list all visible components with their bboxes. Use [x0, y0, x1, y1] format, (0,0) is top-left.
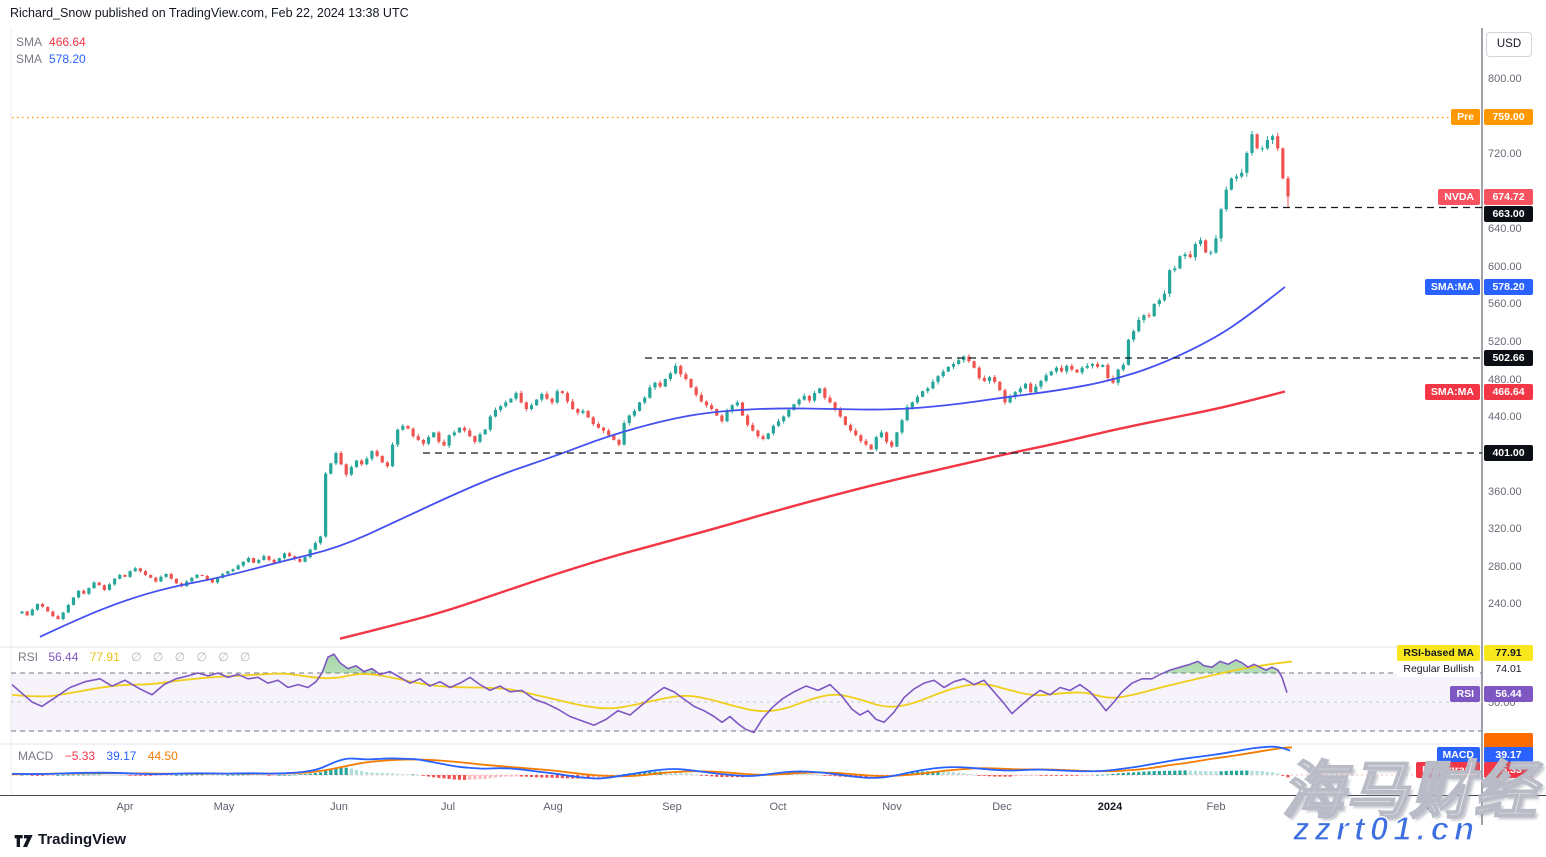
rsi-empty-params: ∅ ∅ ∅ ∅ ∅ ∅ — [131, 650, 254, 664]
tradingview-published-chart: Richard_Snow published on TradingView.co… — [0, 0, 1546, 857]
sma-slow-legend-row: SMA 466.64 — [16, 34, 86, 51]
sma-fast-legend-row: SMA 578.20 — [16, 51, 86, 68]
rsi-value: 56.44 — [48, 650, 78, 664]
currency-toggle-button[interactable]: USD — [1486, 32, 1532, 57]
rsi-label: RSI — [18, 650, 38, 664]
macd-hist-value: −5.33 — [65, 749, 95, 763]
macd-legend: MACD −5.33 39.17 44.50 — [18, 749, 186, 763]
tradingview-brand[interactable]: TradingView — [38, 831, 126, 848]
watermark-url: zzrt01.cn — [1293, 810, 1479, 848]
rsi-legend: RSI 56.44 77.91 ∅ ∅ ∅ ∅ ∅ ∅ — [18, 650, 255, 664]
macd-label: MACD — [18, 749, 53, 763]
rsi-ma-value: 77.91 — [90, 650, 120, 664]
sma-fast-value: 578.20 — [49, 52, 86, 66]
macd-line-value: 39.17 — [106, 749, 136, 763]
sma-fast-label: SMA — [16, 52, 42, 66]
tradingview-logo-icon[interactable] — [14, 832, 34, 850]
macd-signal-value: 44.50 — [148, 749, 178, 763]
sma-slow-label: SMA — [16, 35, 42, 49]
chart-canvas[interactable] — [0, 0, 1546, 857]
sma-slow-value: 466.64 — [49, 35, 86, 49]
sma-legend: SMA 466.64 SMA 578.20 — [16, 34, 86, 68]
